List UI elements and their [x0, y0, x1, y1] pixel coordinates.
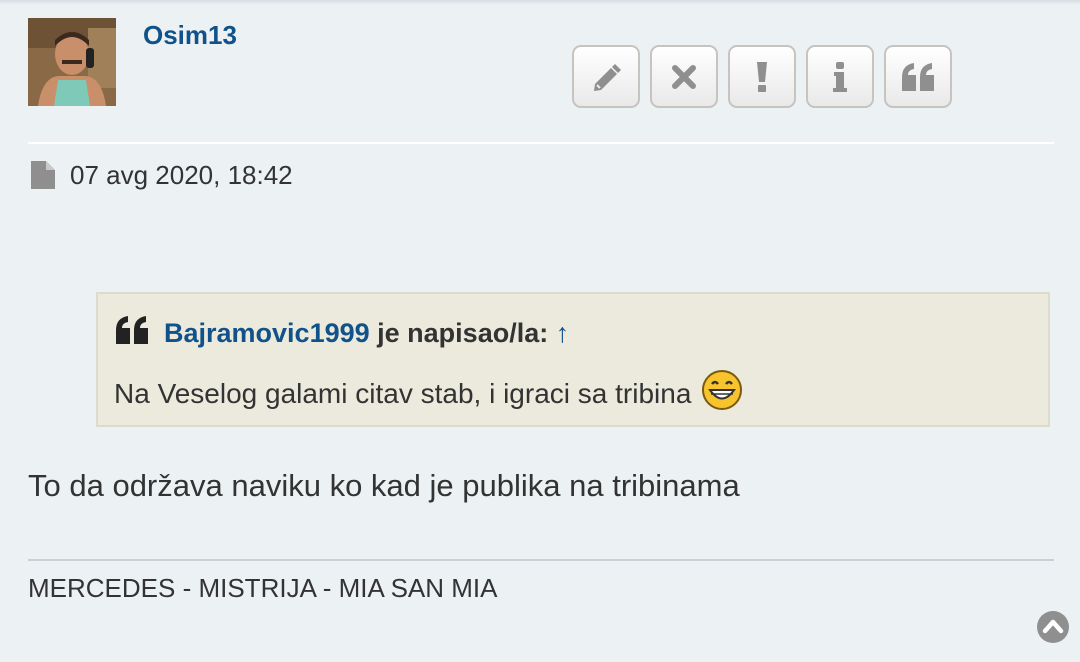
edit-button[interactable] — [572, 45, 640, 108]
divider — [28, 142, 1054, 144]
info-button[interactable] — [806, 45, 874, 108]
post-actions — [572, 45, 952, 108]
top-shade — [0, 0, 1080, 5]
quote-mark-icon — [114, 314, 150, 351]
avatar[interactable] — [28, 18, 116, 106]
back-to-top-button[interactable] — [1036, 610, 1070, 649]
file-icon[interactable] — [30, 160, 56, 195]
quote-icon — [900, 61, 936, 93]
chevron-up-circle-icon — [1037, 611, 1069, 643]
quote-button[interactable] — [884, 45, 952, 108]
signature-divider — [28, 559, 1054, 561]
quote-text-content: Na Veselog galami citav stab, i igraci s… — [114, 377, 692, 409]
delete-button[interactable] — [650, 45, 718, 108]
post-signature: MERCEDES - MISTRIJA - MIA SAN MIA — [28, 573, 498, 603]
exclamation-icon — [755, 60, 769, 94]
quote-author-link[interactable]: Bajramovic1999 — [164, 318, 370, 348]
quote-header: Bajramovic1999 je napisao/la: ↑ — [164, 318, 569, 349]
post-body: To da održava naviku ko kad je publika n… — [28, 468, 740, 503]
quote-text: Na Veselog galami citav stab, i igraci s… — [114, 369, 743, 418]
username-link[interactable]: Osim13 — [143, 20, 237, 51]
close-icon — [670, 63, 698, 91]
pencil-icon — [589, 60, 623, 94]
quote-block: Bajramovic1999 je napisao/la: ↑ Na Vesel… — [96, 292, 1050, 427]
info-icon — [831, 60, 849, 94]
report-button[interactable] — [728, 45, 796, 108]
post-date: 07 avg 2020, 18:42 — [70, 160, 293, 190]
laughing-smiley-icon — [701, 369, 743, 418]
quote-wrote-label: je napisao/la: — [377, 318, 549, 348]
quote-source-link[interactable]: ↑ — [556, 318, 570, 348]
